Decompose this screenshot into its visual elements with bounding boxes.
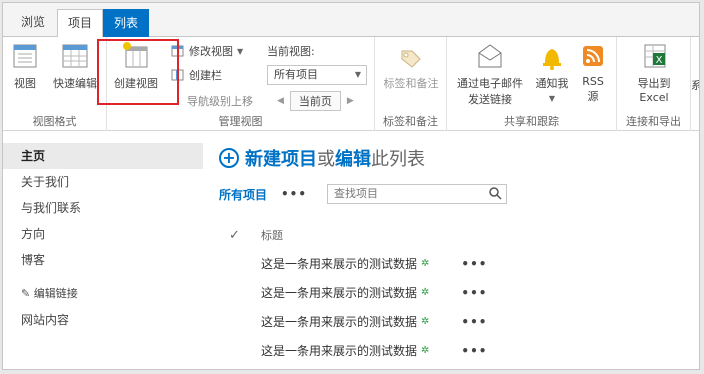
- ribbon: 视图 快速编辑 视图格式 创建视图 修改视图 ▼ 创建栏 导航级别上移 当前视图…: [3, 37, 699, 131]
- rss-button[interactable]: RSS 源: [575, 41, 611, 104]
- current-view-value: 所有项目: [274, 68, 318, 81]
- nav-item-site-contents[interactable]: 网站内容: [3, 307, 203, 333]
- quick-edit-label: 快速编辑: [53, 77, 97, 90]
- view-toolbar: 所有项目 ••• 查找项目: [219, 179, 689, 209]
- rss-label-1: RSS: [582, 75, 604, 88]
- chevron-down-icon: ▼: [354, 70, 361, 79]
- email-link-button[interactable]: 通过电子邮件 发送链接: [451, 41, 529, 107]
- chevron-down-icon: ▼: [548, 94, 556, 103]
- new-item-icon: ✲: [421, 316, 430, 327]
- new-item-line: + 新建项目 或 编辑 此列表: [219, 143, 689, 173]
- view-icon: [13, 44, 37, 68]
- new-item-icon: ✲: [421, 287, 430, 298]
- nav-up-button[interactable]: 导航级别上移: [187, 93, 253, 109]
- table-row[interactable]: 这是一条用来展示的测试数据 ✲ •••: [219, 278, 689, 307]
- group-tags-notes: 标签和备注 标签和备注: [375, 37, 447, 131]
- view-all-items[interactable]: 所有项目: [219, 186, 267, 203]
- modify-view-label: 修改视图: [189, 45, 233, 58]
- list-header: ✓ 标题: [219, 221, 689, 249]
- group-connect-export: X 导出到 Excel 连接和导出: [617, 37, 691, 131]
- row-title[interactable]: 这是一条用来展示的测试数据: [219, 342, 417, 359]
- view-label: 视图: [14, 77, 36, 90]
- current-view-label: 当前视图:: [267, 45, 315, 58]
- export-excel-button[interactable]: X 导出到 Excel: [625, 41, 683, 104]
- chevron-down-icon: ▼: [237, 46, 244, 56]
- rss-label-2: 源: [587, 90, 599, 103]
- nav-item-directions[interactable]: 方向: [3, 221, 203, 247]
- tab-browse[interactable]: 浏览: [11, 9, 55, 37]
- current-view-select[interactable]: 所有项目 ▼: [267, 65, 367, 85]
- nav-item-contact[interactable]: 与我们联系: [3, 195, 203, 221]
- or-text: 或: [317, 149, 335, 170]
- this-list-text: 此列表: [371, 149, 425, 170]
- table-row[interactable]: 这是一条用来展示的测试数据 ✲ •••: [219, 307, 689, 336]
- nav-up-label: 导航级别上移: [187, 95, 253, 108]
- bell-icon: [543, 49, 561, 70]
- prev-page-icon[interactable]: ◀: [277, 96, 284, 106]
- create-column-label: 创建栏: [189, 69, 222, 82]
- group-view-format: 视图 快速编辑 视图格式: [3, 37, 107, 131]
- page-navigator: ◀ 当前页 ▶: [271, 91, 360, 111]
- group-connect-export-label: 连接和导出: [626, 115, 681, 128]
- new-item-icon: ✲: [421, 345, 430, 356]
- edit-links-label: 编辑链接: [33, 287, 78, 300]
- column-title-header[interactable]: 标题: [251, 227, 283, 243]
- row-title[interactable]: 这是一条用来展示的测试数据: [219, 313, 417, 330]
- new-item-link[interactable]: 新建项目: [245, 145, 317, 171]
- current-page: 当前页: [289, 91, 341, 111]
- rss-icon: [583, 46, 603, 66]
- email-link-label-1: 通过电子邮件: [457, 77, 523, 90]
- view-more-button[interactable]: •••: [281, 187, 307, 201]
- group-tags-notes-label: 标签和备注: [383, 115, 438, 128]
- ribbon-tab-bar: 浏览 项目 列表: [3, 3, 699, 38]
- tags-notes-label: 标签和备注: [383, 77, 439, 90]
- next-page-icon[interactable]: ▶: [347, 96, 354, 106]
- edit-links-button[interactable]: ✎ 编辑链接: [3, 281, 203, 307]
- row-more-button[interactable]: •••: [461, 344, 487, 358]
- svg-text:X: X: [656, 55, 663, 66]
- row-title[interactable]: 这是一条用来展示的测试数据: [219, 284, 417, 301]
- row-more-button[interactable]: •••: [461, 286, 487, 300]
- search-placeholder: 查找项目: [334, 187, 379, 200]
- view-button[interactable]: 视图: [7, 41, 43, 91]
- table-row[interactable]: 这是一条用来展示的测试数据 ✲ •••: [219, 249, 689, 278]
- modify-view-button[interactable]: 修改视图 ▼: [171, 43, 243, 59]
- group-share-track: 通过电子邮件 发送链接 通知我 ▼ RSS 源 共享和跟踪: [447, 37, 617, 131]
- email-link-label-2: 发送链接: [468, 93, 512, 106]
- export-label-1: 导出到: [637, 77, 671, 90]
- alert-me-button[interactable]: 通知我 ▼: [531, 41, 573, 104]
- pencil-icon: ✎: [21, 287, 31, 300]
- list-main: + 新建项目 或 编辑 此列表 所有项目 ••• 查找项目 ✓ 标题 这是一条用…: [219, 143, 689, 365]
- left-navigation: 主页 关于我们 与我们联系 方向 博客 ✎ 编辑链接 网站内容: [3, 143, 203, 333]
- tags-notes-button[interactable]: 标签和备注: [379, 41, 443, 91]
- group-view-format-label: 视图格式: [32, 115, 77, 128]
- nav-item-blog[interactable]: 博客: [3, 247, 203, 273]
- row-more-button[interactable]: •••: [461, 257, 487, 271]
- group-share-track-label: 共享和跟踪: [504, 115, 559, 128]
- search-icon[interactable]: [488, 186, 502, 200]
- nav-item-about[interactable]: 关于我们: [3, 169, 203, 195]
- highlight-box: [97, 39, 179, 105]
- edit-list-link[interactable]: 编辑: [335, 145, 371, 171]
- tab-list[interactable]: 列表: [103, 9, 150, 37]
- tab-items[interactable]: 项目: [57, 9, 104, 38]
- select-all-check[interactable]: ✓: [219, 228, 251, 243]
- new-item-icon: ✲: [421, 258, 430, 269]
- row-more-button[interactable]: •••: [461, 315, 487, 329]
- excel-icon: X: [644, 44, 666, 68]
- search-input[interactable]: 查找项目: [327, 184, 508, 204]
- table-row[interactable]: 这是一条用来展示的测试数据 ✲ •••: [219, 336, 689, 365]
- alert-me-label: 通知我: [535, 77, 569, 90]
- quick-edit-icon: [62, 44, 88, 68]
- tags-icon: [401, 50, 421, 68]
- export-label-2: Excel: [639, 91, 669, 104]
- nav-item-home[interactable]: 主页: [3, 143, 203, 169]
- quick-edit-button[interactable]: 快速编辑: [47, 41, 103, 91]
- email-icon: [478, 44, 502, 68]
- sharepoint-window: 浏览 项目 列表 视图 快速编辑 视图格式 创建视图 修改视图 ▼ 创建栏 导航…: [2, 2, 700, 370]
- ribbon-cut-text: 系: [691, 77, 699, 93]
- row-title[interactable]: 这是一条用来展示的测试数据: [219, 255, 417, 272]
- add-icon[interactable]: +: [219, 148, 239, 168]
- group-manage-views-label: 管理视图: [218, 115, 263, 128]
